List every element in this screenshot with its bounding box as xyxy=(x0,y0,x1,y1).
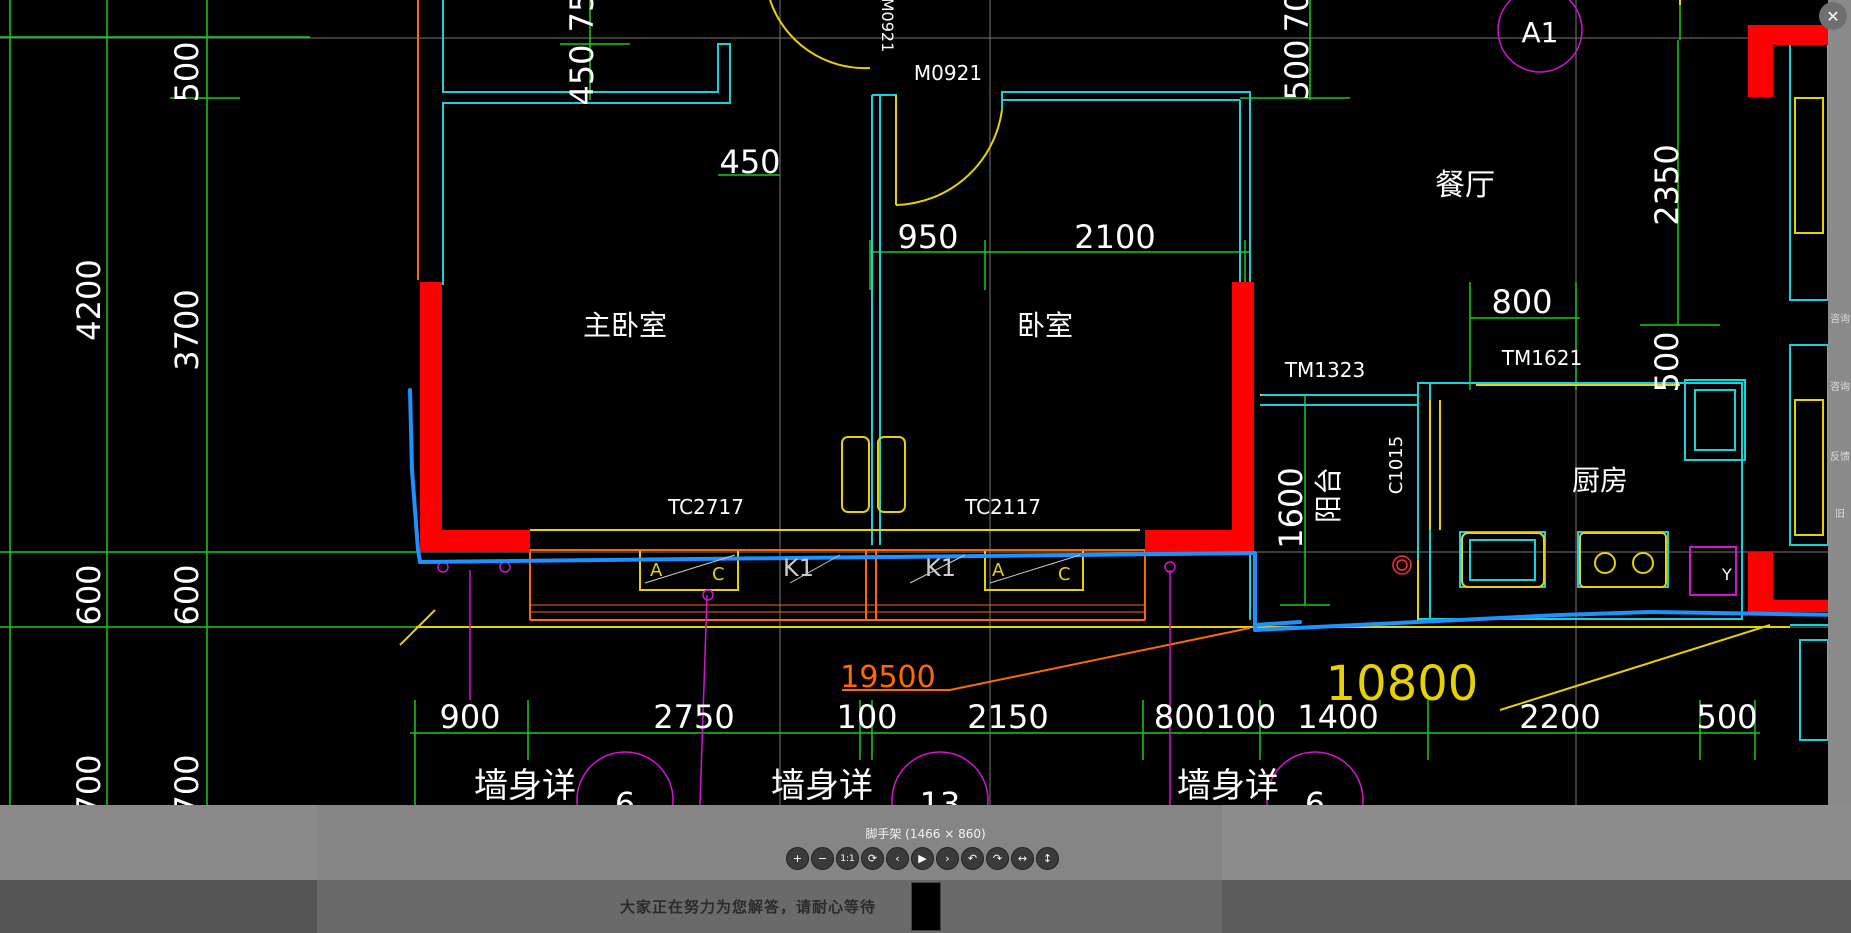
dim-600-a: 600 xyxy=(70,564,108,625)
rail-item-feedback[interactable]: 反馈 xyxy=(1830,448,1850,463)
dim-900: 900 xyxy=(439,698,500,736)
waiting-message: 大家正在努力为您解答，请耐心等待 xyxy=(620,898,877,916)
rail-item-consult-2[interactable]: 咨询 xyxy=(1830,378,1850,393)
rotate-right-icon[interactable]: ↷ xyxy=(986,847,1009,870)
zoom-in-icon[interactable]: + xyxy=(786,847,809,870)
viewer-footer: 大家正在努力为您解答，请耐心等待 xyxy=(0,880,1851,933)
window-tag-tc2717: TC2717 xyxy=(667,495,744,519)
dim-75: 75 xyxy=(563,0,601,32)
block-ac-c-2: C xyxy=(1058,564,1071,585)
detail-circle-6-a: 6 xyxy=(615,785,635,805)
room-kitchen: 厨房 xyxy=(1572,464,1628,497)
rail-item-old[interactable]: 旧 xyxy=(1830,505,1850,520)
dim-4200: 4200 xyxy=(70,259,108,340)
dim-19500: 19500 xyxy=(840,660,935,695)
rail-item-consult-1[interactable]: 咨询 xyxy=(1830,310,1850,325)
footer-left-shade xyxy=(0,880,317,933)
zoom-out-icon[interactable]: − xyxy=(811,847,834,870)
next-icon[interactable]: › xyxy=(936,847,959,870)
right-side-rail: 咨询 咨询 反馈 旧 xyxy=(1828,0,1851,805)
block-ac-a-1: A xyxy=(650,560,663,581)
dim-2100: 2100 xyxy=(1074,218,1155,256)
block-k1-b: K1 xyxy=(925,554,956,582)
room-master-bedroom: 主卧室 xyxy=(583,309,667,342)
room-bedroom: 卧室 xyxy=(1017,309,1073,342)
door-tag-tm1323: TM1323 xyxy=(1284,358,1365,382)
image-viewer: A1 主卧室 卧室 餐厅 厨房 阳台 M0921 M0921 TM1323 TM… xyxy=(0,0,1851,933)
window-tag-tc2117: TC2117 xyxy=(964,495,1041,519)
dim-700-a: 700 xyxy=(70,754,108,805)
dim-500-left: 500 xyxy=(168,41,206,102)
room-balcony: 阳台 xyxy=(1312,467,1345,523)
block-y: Y xyxy=(1721,565,1732,584)
image-caption: 脚手架 (1466 × 860) xyxy=(865,827,986,841)
dim-800: 800 xyxy=(1491,283,1552,321)
door-tag-m0921: M0921 xyxy=(914,61,982,85)
cad-drawing-image[interactable]: A1 主卧室 卧室 餐厅 厨房 阳台 M0921 M0921 TM1323 TM… xyxy=(0,0,1828,805)
dim-1600: 1600 xyxy=(1272,467,1310,548)
axis-label: A1 xyxy=(1522,16,1559,49)
flip-horizontal-icon[interactable]: ↔ xyxy=(1011,847,1034,870)
thumbnail-current[interactable] xyxy=(911,882,941,931)
reset-icon[interactable]: ⟳ xyxy=(861,847,884,870)
block-ac-c-1: C xyxy=(712,564,725,585)
play-icon[interactable]: ▶ xyxy=(911,847,934,870)
dim-500-bottom: 500 xyxy=(1696,698,1757,736)
close-icon: ✕ xyxy=(1826,6,1840,26)
background-page-left xyxy=(0,805,317,880)
close-viewer-button[interactable]: ✕ xyxy=(1819,2,1847,30)
dim-950: 950 xyxy=(897,218,958,256)
note-wall-detail-b: 墙身详 xyxy=(771,766,873,805)
dim-2350: 2350 xyxy=(1648,144,1686,225)
room-dining: 餐厅 xyxy=(1435,168,1495,203)
door-tag-m0921-vertical: M0921 xyxy=(878,0,897,52)
dim-450-b: 450 xyxy=(563,44,601,105)
dim-500-top: 500 xyxy=(1278,39,1316,100)
background-page-right xyxy=(1222,805,1851,880)
dim-700-b: 700 xyxy=(168,754,206,805)
detail-circle-13: 13 xyxy=(920,785,961,805)
previous-icon[interactable]: ‹ xyxy=(886,847,909,870)
dim-600-b: 600 xyxy=(168,564,206,625)
dim-800100: 800100 xyxy=(1154,698,1276,736)
flip-vertical-icon[interactable]: ↕ xyxy=(1036,847,1059,870)
note-wall-detail-c: 墙身详 xyxy=(1177,766,1279,805)
dim-2200: 2200 xyxy=(1519,698,1600,736)
rotate-left-icon[interactable]: ↶ xyxy=(961,847,984,870)
dim-10800: 10800 xyxy=(1326,656,1479,712)
dim-70: 70 xyxy=(1278,0,1316,32)
dim-2750: 2750 xyxy=(653,698,734,736)
detail-circle-6-b: 6 xyxy=(1305,785,1325,805)
note-wall-detail-a: 墙身详 xyxy=(474,766,576,805)
dim-500-kitchen: 500 xyxy=(1648,331,1686,392)
viewer-toolbar: + − 1:1 ⟳ ‹ ▶ › ↶ ↷ ↔ ↕ xyxy=(786,847,1059,870)
window-tag-c1015: C1015 xyxy=(1386,436,1407,494)
dim-2150: 2150 xyxy=(967,698,1048,736)
dim-3700: 3700 xyxy=(168,289,206,370)
dim-100: 100 xyxy=(836,698,897,736)
background-page-center xyxy=(317,805,1222,880)
dim-450: 450 xyxy=(719,143,780,181)
actual-size-icon[interactable]: 1:1 xyxy=(836,847,859,870)
door-tag-tm1621: TM1621 xyxy=(1501,346,1582,370)
block-ac-a-2: A xyxy=(992,560,1005,581)
block-k1-a: K1 xyxy=(783,554,814,582)
